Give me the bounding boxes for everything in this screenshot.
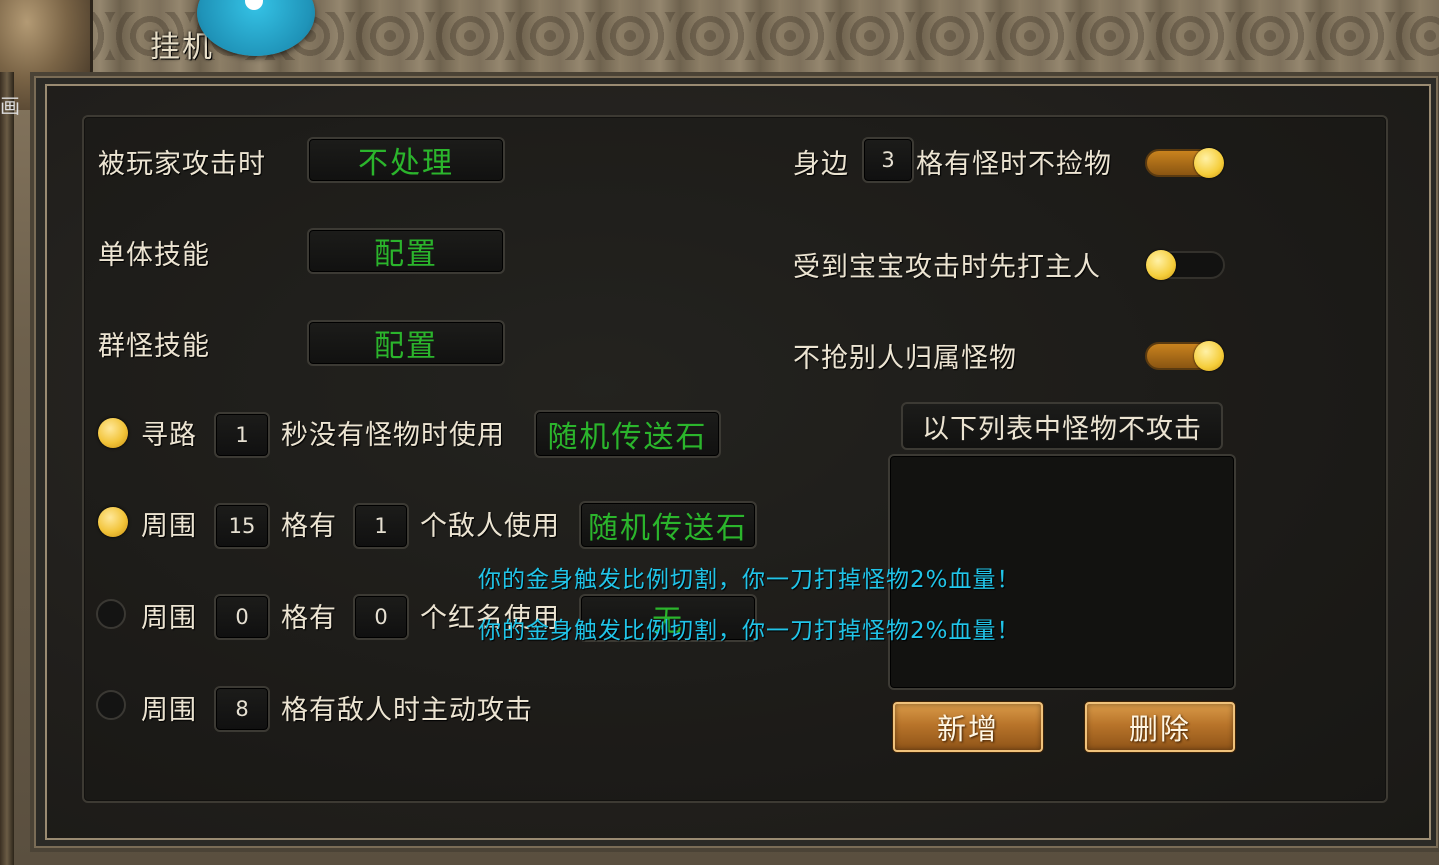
rule-autoattack-radio[interactable]	[96, 690, 126, 720]
rule-pathfind-prefix: 寻路	[141, 420, 197, 451]
rule-pathfind-radio[interactable]	[98, 418, 128, 448]
attack-master-toggle[interactable]	[1146, 250, 1225, 280]
attacked-by-player-select[interactable]: 不处理	[307, 137, 505, 183]
no-steal-label: 不抢别人归属怪物	[793, 343, 1017, 374]
monster-list-header: 以下列表中怪物不攻击	[901, 402, 1223, 450]
combat-message: 你的金身触发比例切割，你一刀打掉怪物2%血量！	[478, 567, 1021, 593]
rule-enemy-item-select[interactable]: 随机传送石	[579, 501, 757, 549]
rule-pathfind-mid: 秒没有怪物时使用	[281, 420, 505, 451]
rule-enemy-count-input[interactable]: 1	[353, 503, 409, 549]
rule-enemy-mid: 格有	[281, 511, 337, 542]
no-pickup-range-input[interactable]: 3	[862, 137, 914, 183]
single-skill-config-button[interactable]: 配置	[307, 228, 505, 274]
combat-message: 你的金身触发比例切割，你一刀打掉怪物2%血量！	[478, 618, 1021, 644]
toggle-knob	[1146, 250, 1176, 280]
rule-redname-range-input[interactable]: 0	[214, 594, 270, 640]
wifi-icon	[245, 0, 263, 10]
rule-autoattack-mid: 格有敌人时主动攻击	[281, 695, 533, 726]
group-skill-label: 群怪技能	[98, 331, 210, 362]
attack-master-label: 受到宝宝攻击时先打主人	[793, 252, 1101, 283]
side-mark: 画	[0, 94, 20, 118]
attacked-by-player-label: 被玩家攻击时	[98, 149, 266, 180]
no-steal-toggle[interactable]	[1145, 341, 1224, 371]
toggle-knob	[1194, 341, 1224, 371]
delete-button[interactable]: 删除	[1085, 702, 1235, 752]
rule-pathfind-seconds-input[interactable]: 1	[214, 412, 270, 458]
toggle-knob	[1194, 148, 1224, 178]
rule-redname-count-input[interactable]: 0	[353, 594, 409, 640]
single-skill-label: 单体技能	[98, 240, 210, 271]
rule-pathfind-item-select[interactable]: 随机传送石	[534, 410, 721, 458]
add-button[interactable]: 新增	[893, 702, 1043, 752]
rule-redname-mid: 格有	[281, 603, 337, 634]
group-skill-config-button[interactable]: 配置	[307, 320, 505, 366]
no-pickup-label: 格有怪时不捡物	[916, 149, 1112, 180]
no-pickup-toggle[interactable]	[1145, 148, 1224, 178]
rule-enemy-range-input[interactable]: 15	[214, 503, 270, 549]
rule-redname-radio[interactable]	[96, 599, 126, 629]
rule-autoattack-range-input[interactable]: 8	[214, 686, 270, 732]
rule-enemy-radio[interactable]	[98, 507, 128, 537]
no-pickup-prefix: 身边	[793, 149, 849, 180]
rule-enemy-prefix: 周围	[141, 511, 197, 542]
rule-enemy-suffix: 个敌人使用	[420, 511, 560, 542]
rule-autoattack-prefix: 周围	[141, 695, 197, 726]
left-edge: 画	[0, 72, 20, 865]
rule-redname-prefix: 周围	[141, 603, 197, 634]
